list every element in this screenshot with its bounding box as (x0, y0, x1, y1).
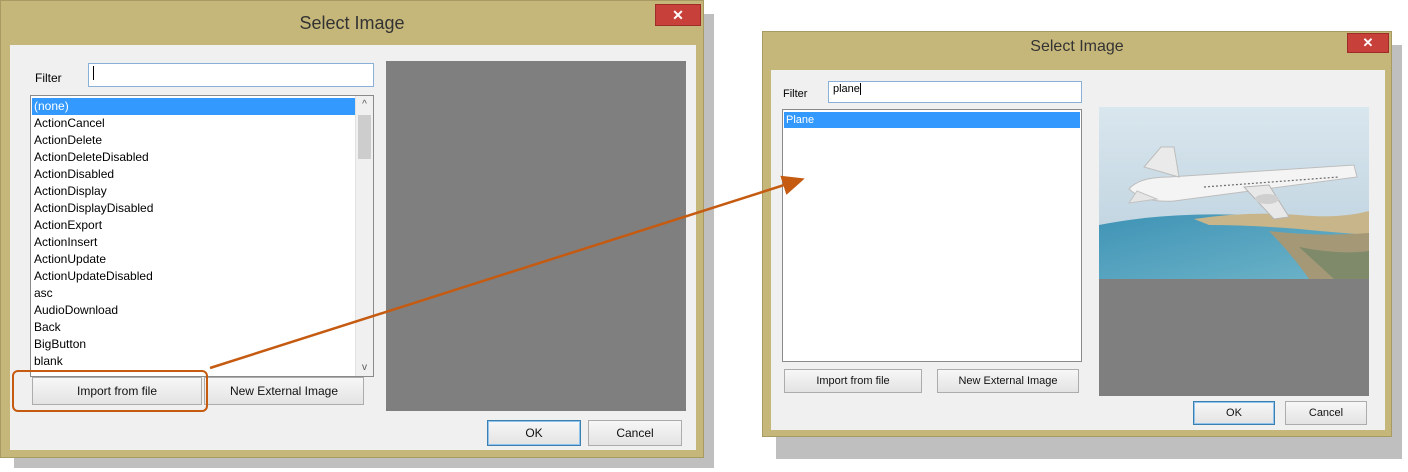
annotation-arrow (209, 175, 805, 370)
